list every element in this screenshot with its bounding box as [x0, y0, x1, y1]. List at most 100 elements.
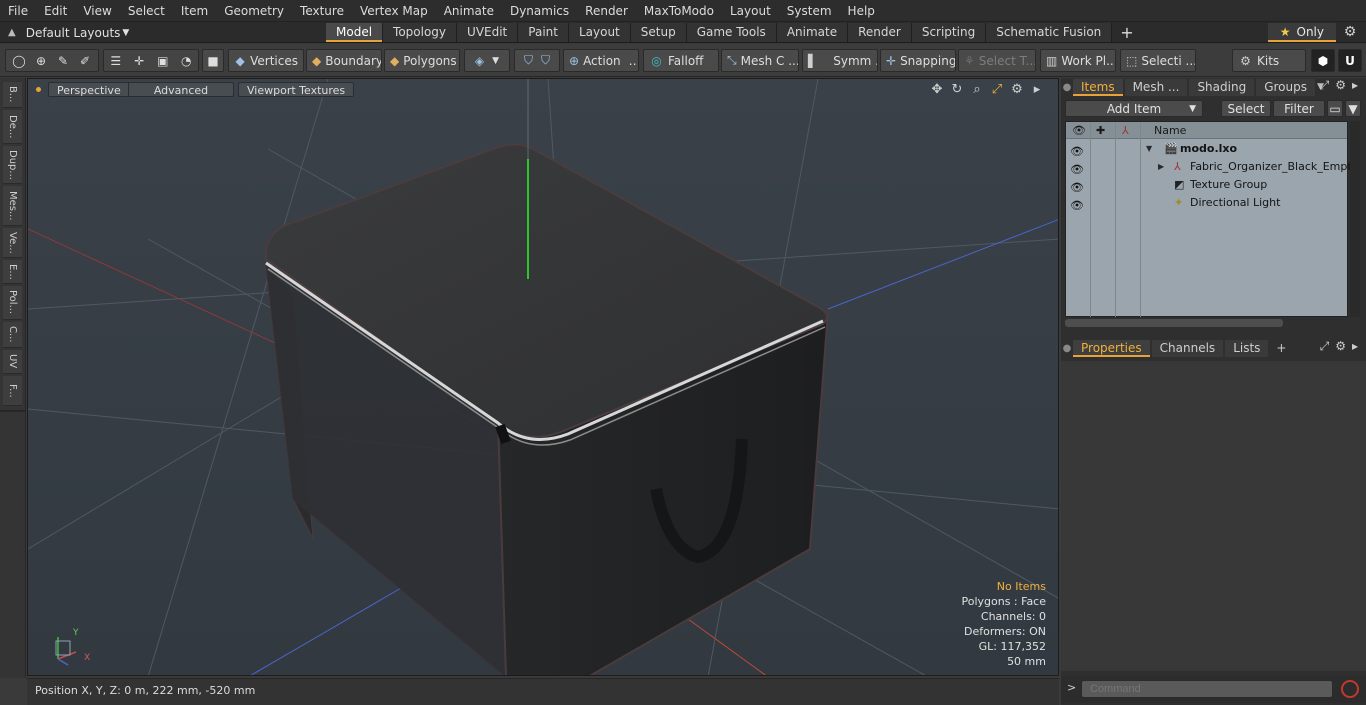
tab-topology[interactable]: Topology — [383, 23, 458, 42]
popout-icon[interactable]: ⤢ — [1320, 339, 1330, 354]
unity-button[interactable]: ⬢ — [1311, 49, 1335, 72]
polygons-button[interactable]: ◆ Polygons — [384, 49, 460, 72]
viewport-menu-dot[interactable] — [36, 87, 41, 92]
tab-items[interactable]: Items — [1073, 78, 1123, 96]
shading-mode-button[interactable]: Advanced — [128, 82, 234, 97]
menu-animate[interactable]: Animate — [436, 0, 502, 22]
tab-edge[interactable]: E... — [3, 260, 22, 284]
selection-sets-button[interactable]: ⬚ Selecti ... — [1120, 49, 1196, 72]
tab-mesh-edit[interactable]: Mes... — [3, 186, 22, 226]
work-plane-button[interactable]: ▥ Work Pl... — [1040, 49, 1116, 72]
collapse-up-icon[interactable]: ▲ — [8, 27, 16, 38]
pan-icon[interactable]: ✥ — [930, 82, 944, 97]
zoom-icon[interactable]: ⌕ — [970, 82, 984, 97]
add-tab-icon[interactable]: + — [1276, 341, 1286, 355]
tab-uvedit[interactable]: UVEdit — [457, 23, 519, 42]
panel-dot-icon[interactable]: ● — [1061, 82, 1073, 93]
menu-item[interactable]: Item — [173, 0, 216, 22]
symmetry-button[interactable]: ▌ Symm ... — [802, 49, 878, 72]
viewport-textures-button[interactable]: Viewport Textures — [238, 82, 355, 97]
select-circle-icon[interactable]: ◯ — [8, 54, 30, 68]
globe-icon[interactable]: ⊕ — [30, 54, 52, 68]
orbit-icon[interactable]: ↻ — [950, 82, 964, 97]
rotate-icon[interactable]: ◔ — [175, 54, 199, 68]
tab-fusion[interactable]: F... — [3, 376, 22, 406]
collapse-arrow-icon[interactable]: ▶ — [1158, 158, 1164, 176]
kits-button[interactable]: ⚙ Kits — [1232, 49, 1306, 72]
add-item-button[interactable]: Add Item ▼ — [1065, 100, 1203, 117]
panel-gear-icon[interactable]: ⚙ — [1335, 339, 1346, 354]
material-mode-button[interactable]: ◈ ▼ — [464, 49, 510, 72]
panel-dot-icon[interactable]: ● — [1061, 343, 1073, 354]
name-column-header[interactable]: Name — [1154, 122, 1186, 139]
menu-dynamics[interactable]: Dynamics — [502, 0, 577, 22]
list-item-texture-group[interactable]: 👁 ◩ Texture Group — [1066, 176, 1347, 194]
boundary-button[interactable]: ◆ Boundary — [306, 49, 382, 72]
view-mode-button[interactable]: Perspective — [48, 82, 130, 97]
align-icon[interactable]: ☰ — [104, 54, 128, 68]
tab-schematic-fusion[interactable]: Schematic Fusion — [986, 23, 1113, 42]
tab-basic[interactable]: B... — [3, 82, 22, 108]
tab-properties[interactable]: Properties — [1073, 339, 1150, 357]
select-button[interactable]: Select — [1221, 100, 1271, 117]
tab-polygon[interactable]: Pol... — [3, 286, 22, 320]
panel-expand-icon[interactable]: ▸ — [1352, 78, 1358, 93]
frame-icon[interactable]: ▣ — [151, 54, 175, 68]
panel-expand-icon[interactable]: ▸ — [1352, 339, 1358, 354]
tab-setup[interactable]: Setup — [630, 23, 687, 42]
render-column-icon[interactable]: ⅄ — [1122, 122, 1129, 139]
tab-groups[interactable]: Groups — [1256, 78, 1315, 96]
list-item-scene[interactable]: 👁 ▼ 🎬 modo.lxo — [1066, 140, 1347, 158]
unreal-button[interactable]: U — [1338, 49, 1362, 72]
menu-geometry[interactable]: Geometry — [216, 0, 292, 22]
popout-icon[interactable]: ⤢ — [1320, 78, 1330, 93]
snapping-button[interactable]: ✛ Snapping — [880, 49, 956, 72]
vertices-button[interactable]: ◆ Vertices — [228, 49, 304, 72]
command-input[interactable] — [1081, 680, 1333, 698]
expand-right-icon[interactable]: ▸ — [1030, 82, 1044, 97]
add-tab-icon[interactable]: + — [1120, 23, 1133, 42]
tab-render[interactable]: Render — [848, 23, 912, 42]
collapse-list-button[interactable]: ▭ — [1327, 100, 1343, 117]
tab-paint[interactable]: Paint — [518, 23, 569, 42]
viewport-settings-icon[interactable]: ⚙ — [1010, 82, 1024, 97]
center-icon[interactable]: ✛ — [128, 54, 152, 68]
scene-render[interactable]: Y X — [28, 79, 1059, 676]
tab-lists[interactable]: Lists — [1225, 339, 1269, 357]
menu-view[interactable]: View — [75, 0, 119, 22]
tab-layout[interactable]: Layout — [568, 23, 631, 42]
tab-uv[interactable]: UV — [3, 350, 22, 374]
falloff-button[interactable]: ◎ Falloff — [643, 49, 719, 72]
brush-icon[interactable]: ✐ — [74, 54, 96, 68]
tab-channels[interactable]: Channels — [1151, 339, 1224, 357]
eye-icon[interactable]: 👁 — [1070, 179, 1084, 194]
item-list-vscrollbar[interactable] — [1350, 121, 1360, 317]
falloff-mode-group[interactable]: ⛉ ⛉ — [514, 49, 560, 72]
scrollbar-thumb[interactable] — [1065, 319, 1283, 327]
only-toggle[interactable]: ★ Only — [1267, 23, 1336, 42]
item-mode-button[interactable]: ■ — [202, 49, 224, 72]
tab-deform[interactable]: De... — [3, 110, 22, 144]
gear-icon[interactable]: ⚙ — [1342, 24, 1358, 40]
layout-selector[interactable]: ▲ Default Layouts ▼ — [8, 24, 129, 41]
panel-gear-icon[interactable]: ⚙ — [1335, 78, 1346, 93]
menu-maxtomodo[interactable]: MaxToModo — [636, 0, 722, 22]
eye-icon[interactable]: 👁 — [1070, 143, 1084, 158]
tab-vertex[interactable]: Ve... — [3, 228, 22, 258]
tab-duplicate[interactable]: Dup... — [3, 146, 22, 184]
menu-render[interactable]: Render — [577, 0, 636, 22]
visibility-column-icon[interactable]: 👁 — [1072, 122, 1086, 139]
tab-animate[interactable]: Animate — [776, 23, 849, 42]
tab-shading[interactable]: Shading — [1189, 78, 1255, 96]
item-list-hscrollbar[interactable] — [1065, 317, 1348, 329]
tab-mesh[interactable]: Mesh ... — [1124, 78, 1188, 96]
menu-edit[interactable]: Edit — [36, 0, 75, 22]
lock-column-icon[interactable]: ✚ — [1096, 122, 1105, 139]
funnel-icon[interactable]: ▼ — [1345, 100, 1361, 117]
menu-system[interactable]: System — [779, 0, 840, 22]
tab-game-tools[interactable]: Game Tools — [686, 23, 777, 42]
eye-icon[interactable]: 👁 — [1070, 197, 1084, 212]
3d-viewport[interactable]: Y X Perspective Advanced Viewport Textur… — [27, 78, 1059, 676]
filter-button[interactable]: Filter — [1273, 100, 1325, 117]
menu-vertex-map[interactable]: Vertex Map — [352, 0, 436, 22]
